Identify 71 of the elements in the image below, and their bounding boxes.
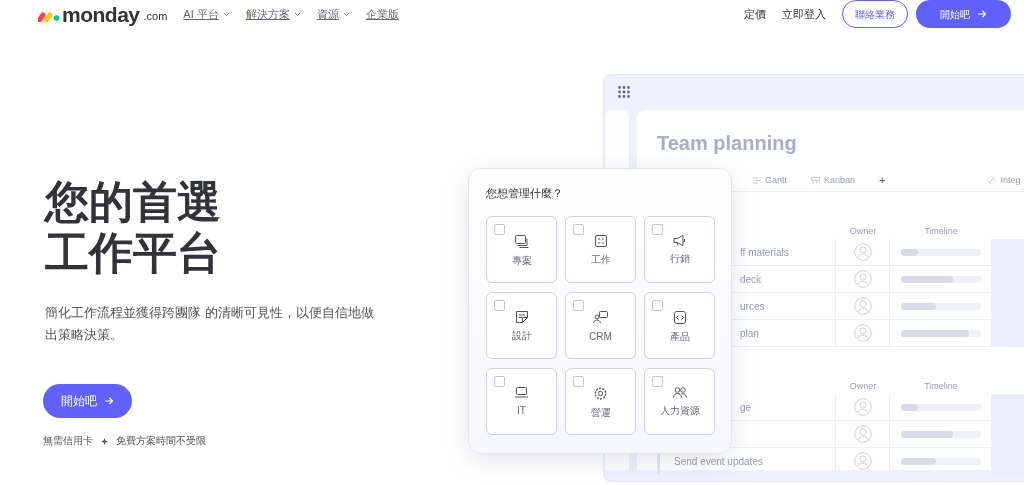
checklist-icon: [594, 234, 607, 247]
column-header: Timeline: [923, 224, 959, 238]
checkbox[interactable]: [652, 299, 663, 311]
card-title: 您想管理什麼？: [486, 186, 564, 201]
person-avatar-icon: [853, 243, 872, 261]
option-card[interactable]: IT: [486, 367, 557, 435]
checkbox[interactable]: [494, 299, 505, 311]
gear-icon: [594, 386, 607, 400]
note-text: 無需信用卡: [43, 434, 93, 448]
people-chat-icon: [593, 310, 608, 324]
nav-menu-item[interactable]: AI 平台: [183, 5, 230, 23]
code-file-icon: [673, 310, 686, 324]
kanban-icon: [811, 176, 820, 185]
option-card[interactable]: 人力資源: [644, 367, 715, 435]
nav-menu-item[interactable]: 資源: [316, 5, 350, 23]
option-card[interactable]: 營運: [565, 367, 636, 435]
option-label: 專案: [511, 253, 532, 268]
nav-link[interactable]: 立即登入: [782, 5, 826, 23]
checkbox[interactable]: [494, 223, 505, 235]
checkbox[interactable]: [652, 375, 663, 387]
option-label: 工作: [590, 252, 611, 267]
option-label: 行銷: [669, 251, 690, 266]
option-label: 人力資源: [659, 403, 700, 418]
checkbox[interactable]: [573, 299, 584, 311]
sparkle-icon: [101, 437, 108, 445]
board-title: Team planning: [657, 131, 798, 156]
megaphone-icon: [672, 234, 687, 246]
contact-sales-button[interactable]: 聯絡業務: [842, 0, 908, 28]
column-header: Owner: [848, 224, 878, 238]
option-label: 產品: [669, 329, 690, 344]
people-icon: [672, 386, 687, 398]
person-avatar-icon: [853, 452, 872, 470]
stacked-windows-icon: [514, 234, 529, 248]
hero-title: 您的首選 工作平台: [45, 176, 222, 278]
option-card[interactable]: 工作: [565, 215, 636, 283]
note-text: 免費方案時間不受限: [116, 434, 206, 448]
logo-text[interactable]: monday: [62, 3, 140, 25]
gantt-icon: [753, 177, 761, 184]
laptop-icon: [515, 386, 528, 398]
checkbox[interactable]: [494, 375, 505, 387]
option-label: 營運: [590, 405, 611, 420]
checkbox[interactable]: [573, 223, 584, 235]
hero-description: 簡化工作流程並獲得跨團隊 的清晰可見性，以便自信地做出策略決策。: [45, 304, 375, 344]
checkbox[interactable]: [573, 375, 584, 387]
logo-domain[interactable]: .com: [143, 8, 168, 25]
option-label: CRM: [589, 329, 612, 344]
option-card[interactable]: 專案: [486, 215, 557, 283]
note-pencil-icon: [515, 310, 528, 323]
column-header: Timeline: [923, 379, 959, 393]
option-card[interactable]: CRM: [565, 291, 636, 359]
nav-link[interactable]: 定價: [744, 5, 766, 23]
checkbox[interactable]: [652, 223, 663, 235]
person-avatar-icon: [853, 270, 872, 288]
arrow-right-icon: [978, 10, 987, 18]
option-card[interactable]: 行銷: [644, 215, 715, 283]
arrow-right-icon: [105, 397, 114, 405]
person-avatar-icon: [853, 398, 872, 416]
get-started-button[interactable]: 開始吧: [916, 0, 1011, 28]
person-avatar-icon: [853, 297, 872, 315]
nav-menu-item[interactable]: 企業版: [365, 5, 399, 23]
get-started-button[interactable]: 開始吧: [43, 384, 132, 418]
view-tab[interactable]: +: [879, 172, 886, 189]
option-card[interactable]: 產品: [644, 291, 715, 359]
option-card[interactable]: 設計: [486, 291, 557, 359]
option-label: 設計: [511, 328, 532, 343]
option-label: IT: [517, 403, 526, 418]
nav-menu-item[interactable]: 解決方案: [245, 5, 301, 23]
grid-dots-icon[interactable]: [618, 86, 631, 99]
column-header: Owner: [848, 379, 878, 393]
person-avatar-icon: [853, 425, 872, 443]
person-avatar-icon: [853, 324, 872, 342]
